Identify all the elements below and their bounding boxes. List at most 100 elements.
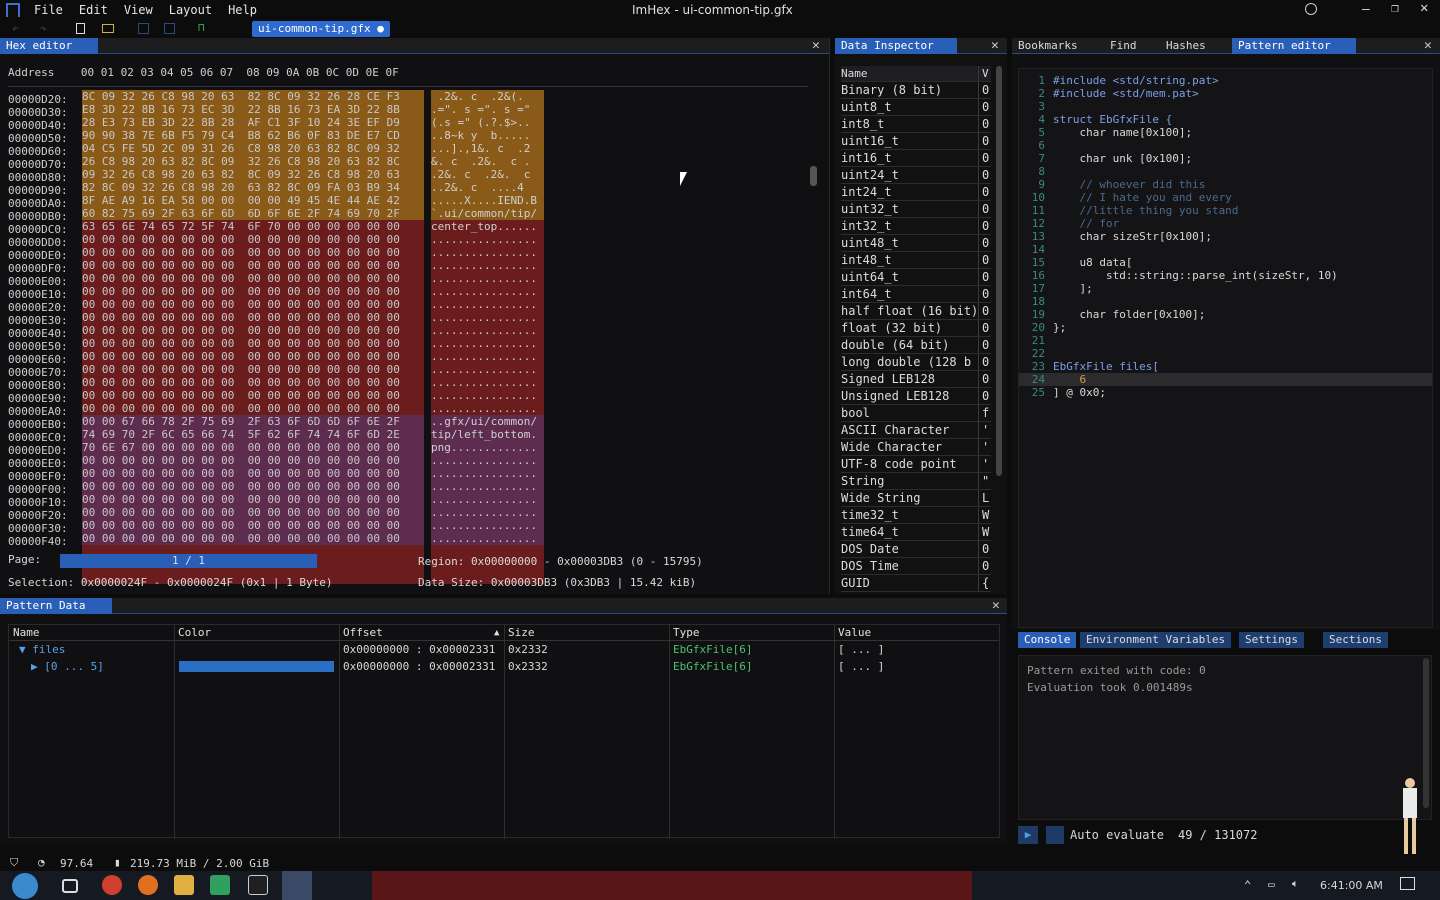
inspector-row[interactable]: UTF-8 code point ' <box>841 456 991 473</box>
ascii-row[interactable]: center_top...... <box>431 220 544 233</box>
volume-icon[interactable]: 🔈︎ <box>1292 877 1299 891</box>
ascii-row[interactable]: ................ <box>431 285 544 298</box>
hex-byte-row[interactable]: 60 82 75 69 2F 63 6F 6D 6D 6F 6E 2F 74 6… <box>82 207 424 220</box>
table-row[interactable]: ▼ files 0x00000000 : 0x00002331 0x2332 E… <box>9 641 999 658</box>
ascii-row[interactable]: tip/left_bottom. <box>431 428 544 441</box>
run-button[interactable]: ▶ <box>1018 826 1038 844</box>
inspector-row[interactable]: GUID { <box>841 575 991 592</box>
ascii-row[interactable]: ................ <box>431 480 544 493</box>
close-icon[interactable]: ✕ <box>991 38 999 54</box>
inspector-row[interactable]: uint16_t 0 <box>841 133 991 150</box>
inspector-row[interactable]: ASCII Character ' <box>841 422 991 439</box>
new-file-icon[interactable] <box>76 23 85 34</box>
inspector-row[interactable]: int8_t 0 <box>841 116 991 133</box>
ascii-row[interactable]: ................ <box>431 259 544 272</box>
ascii-row[interactable]: .....X....IEND.B <box>431 194 544 207</box>
hex-byte-row[interactable]: 00 00 00 00 00 00 00 00 00 00 00 00 00 0… <box>82 454 424 467</box>
smiley-icon[interactable] <box>1305 3 1317 15</box>
tab-settings[interactable]: Settings <box>1239 632 1304 648</box>
chrome-icon[interactable] <box>102 875 122 895</box>
hex-byte-row[interactable]: 00 00 00 00 00 00 00 00 00 00 00 00 00 0… <box>82 493 424 506</box>
hex-scrollbar[interactable] <box>810 166 817 186</box>
col-value[interactable]: Value <box>838 625 871 641</box>
tab-find[interactable]: Find <box>1104 38 1143 54</box>
close-icon[interactable]: ✕ <box>1424 38 1432 54</box>
inspector-row[interactable]: Wide String L <box>841 490 991 507</box>
hex-byte-row[interactable]: 00 00 00 00 00 00 00 00 00 00 00 00 00 0… <box>82 350 424 363</box>
imhex-icon[interactable] <box>282 871 312 900</box>
save-as-icon[interactable] <box>164 23 175 34</box>
ascii-row[interactable]: ..2&. c ....4 <box>431 181 544 194</box>
inspector-row[interactable]: int16_t 0 <box>841 150 991 167</box>
hex-byte-row[interactable]: 00 00 00 00 00 00 00 00 00 00 00 00 00 0… <box>82 285 424 298</box>
hex-byte-row[interactable]: 8F AE A9 16 EA 58 00 00 00 00 49 45 4E 4… <box>82 194 424 207</box>
ascii-row[interactable]: ................ <box>431 233 544 246</box>
ascii-row[interactable]: ................ <box>431 337 544 350</box>
inspector-row[interactable]: Wide Character ' <box>841 439 991 456</box>
sort-ascending-icon[interactable]: ▲ <box>494 625 499 641</box>
inspector-row[interactable]: uint64_t 0 <box>841 269 991 286</box>
hex-byte-row[interactable]: 00 00 00 00 00 00 00 00 00 00 00 00 00 0… <box>82 480 424 493</box>
row-name[interactable]: ▶ [0 ... 5] <box>31 658 104 675</box>
undo-icon[interactable]: ↶ <box>12 22 19 35</box>
ascii-row[interactable]: .2&. c .2&. c <box>431 168 544 181</box>
hex-byte-row[interactable]: 00 00 00 00 00 00 00 00 00 00 00 00 00 0… <box>82 467 424 480</box>
inspector-row[interactable]: Signed LEB128 0 <box>841 371 991 388</box>
minimize-button[interactable]: — <box>1362 2 1370 17</box>
start-icon[interactable] <box>12 873 38 899</box>
hex-byte-row[interactable]: 04 C5 FE 5D 2C 09 31 26 C8 98 20 63 82 8… <box>82 142 424 155</box>
bookmark-icon[interactable]: ⊓ <box>198 21 205 34</box>
hex-byte-row[interactable]: 00 00 00 00 00 00 00 00 00 00 00 00 00 0… <box>82 246 424 259</box>
tab-pattern-editor[interactable]: Pattern editor <box>1232 38 1356 54</box>
ascii-row[interactable]: ................ <box>431 324 544 337</box>
tab-environment-variables[interactable]: Environment Variables <box>1080 632 1232 648</box>
code-editor[interactable]: 1 #include <std/string.pat> 2 #include <std… <box>1018 68 1433 628</box>
page-slider[interactable]: 1 / 1 <box>60 554 317 568</box>
inspector-row[interactable]: int64_t 0 <box>841 286 991 303</box>
inspector-row[interactable]: int48_t 0 <box>841 252 991 269</box>
table-row[interactable]: ▶ [0 ... 5] 0x00000000 : 0x00002331 0x23… <box>9 658 999 675</box>
close-icon[interactable]: ✕ <box>992 598 1000 614</box>
tab-console[interactable]: Console <box>1018 632 1077 648</box>
hex-byte-row[interactable]: 00 00 00 00 00 00 00 00 00 00 00 00 00 0… <box>82 402 424 415</box>
col-offset[interactable]: Offset <box>343 625 383 641</box>
hex-byte-row[interactable]: 00 00 00 00 00 00 00 00 00 00 00 00 00 0… <box>82 272 424 285</box>
hex-byte-row[interactable]: 00 00 00 00 00 00 00 00 00 00 00 00 00 0… <box>82 324 424 337</box>
hex-byte-row[interactable]: 00 00 00 00 00 00 00 00 00 00 00 00 00 0… <box>82 337 424 350</box>
hex-byte-row[interactable]: 90 90 38 7E 6B F5 79 C4 B8 62 B6 0F 83 D… <box>82 129 424 142</box>
ascii-row[interactable]: ................ <box>431 389 544 402</box>
menu-file[interactable]: File <box>26 0 71 20</box>
task-view-icon[interactable] <box>62 879 78 893</box>
inspector-row[interactable]: uint8_t 0 <box>841 99 991 116</box>
hex-byte-row[interactable]: 82 8C 09 32 26 C8 98 20 63 82 8C 09 FA 0… <box>82 181 424 194</box>
inspector-row[interactable]: time32_t W <box>841 507 991 524</box>
inspector-row[interactable]: Binary (8 bit) 0 <box>841 82 991 99</box>
inspector-row[interactable]: bool f <box>841 405 991 422</box>
clock[interactable]: 6:41:00 AM <box>1320 879 1383 892</box>
ascii-row[interactable]: .2&. c .2&(. <box>431 90 544 103</box>
chevron-up-icon[interactable]: ⌃ <box>1244 878 1251 892</box>
hex-byte-row[interactable]: 26 C8 98 20 63 82 8C 09 32 26 C8 98 20 6… <box>82 155 424 168</box>
hex-byte-row[interactable]: 28 E3 73 EB 3D 22 8B 28 AF C1 3F 10 24 3… <box>82 116 424 129</box>
hex-byte-row[interactable]: 63 65 6E 74 65 72 5F 74 6F 70 00 00 00 0… <box>82 220 424 233</box>
menu-edit[interactable]: Edit <box>71 0 116 20</box>
tab-pattern-data[interactable]: Pattern Data <box>0 598 112 614</box>
col-size[interactable]: Size <box>508 625 535 641</box>
close-window-button[interactable]: ✕ <box>1420 0 1428 16</box>
ascii-row[interactable]: ................ <box>431 493 544 506</box>
ascii-row[interactable]: ..8~k y b..... <box>431 129 544 142</box>
tab-hex-editor[interactable]: Hex editor <box>0 38 98 54</box>
inspector-row[interactable]: time64_t W <box>841 524 991 541</box>
hex-byte-row[interactable]: 00 00 00 00 00 00 00 00 00 00 00 00 00 0… <box>82 298 424 311</box>
open-file-icon[interactable] <box>102 24 114 33</box>
ascii-row[interactable]: ................ <box>431 506 544 519</box>
inspector-row[interactable]: DOS Time 0 <box>841 558 991 575</box>
ascii-row[interactable]: ................ <box>431 298 544 311</box>
ascii-row[interactable]: ................ <box>431 311 544 324</box>
inspector-row[interactable]: int32_t 0 <box>841 218 991 235</box>
hex-byte-row[interactable]: 00 00 00 00 00 00 00 00 00 00 00 00 00 0… <box>82 311 424 324</box>
ascii-row[interactable]: ..gfx/ui/common/ <box>431 415 544 428</box>
ascii-row[interactable]: ................ <box>431 454 544 467</box>
ascii-row[interactable]: &. c .2&. c . <box>431 155 544 168</box>
ascii-row[interactable]: ................ <box>431 376 544 389</box>
